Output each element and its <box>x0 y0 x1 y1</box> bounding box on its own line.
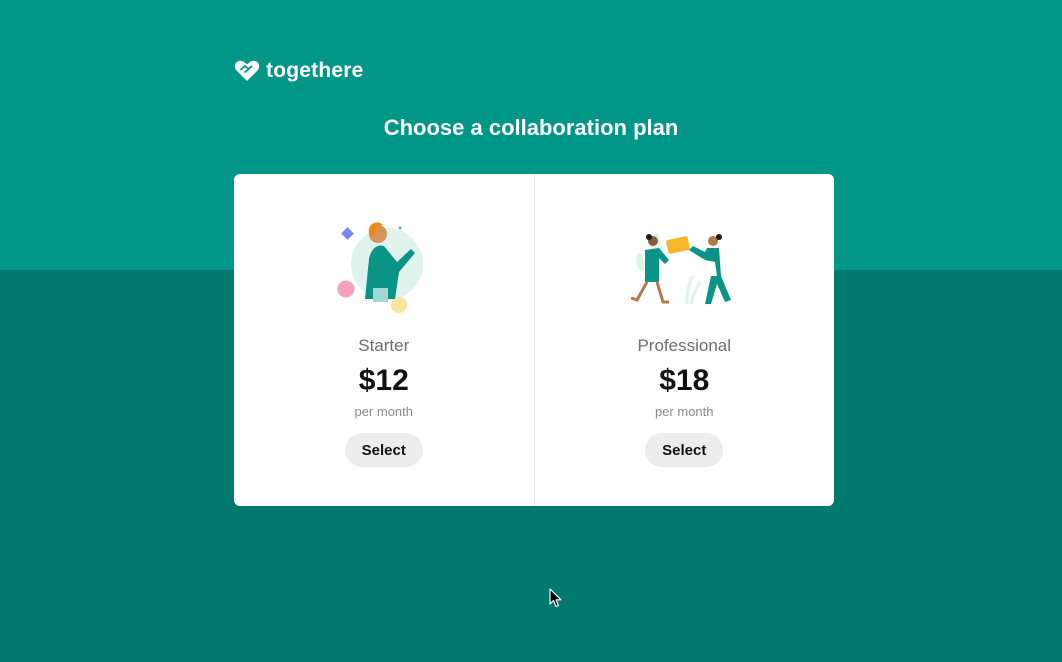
plan-name: Starter <box>358 336 410 355</box>
select-professional-button[interactable]: Select <box>645 433 724 467</box>
plan-period: per month <box>354 404 414 419</box>
plan-period: per month <box>654 404 714 419</box>
plan-professional: Professional $18 per month Select <box>533 174 835 506</box>
heart-handshake-icon <box>234 60 260 81</box>
select-starter-button[interactable]: Select <box>344 433 423 467</box>
page-title: Choose a collaboration plan <box>383 115 679 140</box>
brand-name: togethere <box>266 59 364 82</box>
brand-logo[interactable]: togethere <box>234 58 363 84</box>
two-people-sharing-illustration <box>630 232 732 305</box>
plan-price: $18 <box>659 364 710 397</box>
plan-starter: Starter $12 per month Select <box>234 174 534 506</box>
mouse-pointer-icon <box>549 588 562 608</box>
plan-name: Professional <box>637 336 732 355</box>
person-waving-illustration <box>337 222 423 313</box>
plan-price: $12 <box>358 364 409 397</box>
plans-card: Starter $12 per month Select Professiona… <box>234 174 834 506</box>
